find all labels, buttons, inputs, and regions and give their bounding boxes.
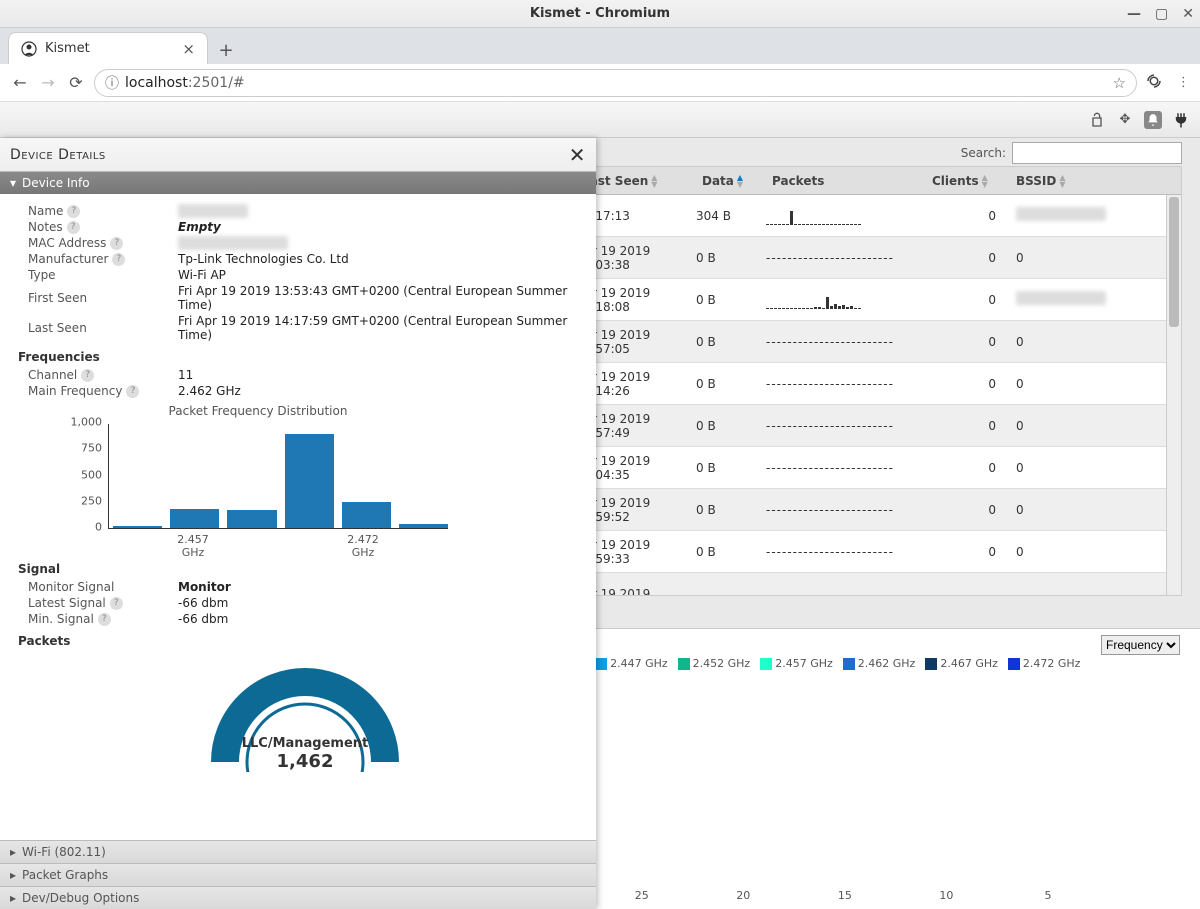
latest-signal-value: -66 dbm <box>178 596 582 610</box>
table-row[interactable]: Apr 19 201914:04:350 B------------------… <box>521 447 1181 489</box>
legend-item: 2.457 GHz <box>760 657 833 670</box>
maximize-icon[interactable]: ▢ <box>1155 6 1168 22</box>
help-icon[interactable]: ? <box>110 237 123 250</box>
table-body[interactable]: 14:17:13304 B0Apr 19 201914:03:380 B----… <box>521 195 1181 595</box>
back-button[interactable]: ← <box>10 73 30 93</box>
accordion-dev-debug[interactable]: ▸ Dev/Debug Options <box>0 886 596 909</box>
first-seen-value: Fri Apr 19 2019 13:53:43 GMT+0200 (Centr… <box>178 284 582 312</box>
packets-heading: Packets <box>18 634 582 648</box>
extension-icon[interactable] <box>1145 72 1163 94</box>
modal-close-button[interactable]: ✕ <box>569 143 586 167</box>
table-row[interactable]: Apr 19 201913:57:050 B------------------… <box>521 321 1181 363</box>
site-info-icon[interactable]: ⓘ <box>105 73 119 93</box>
url-text: localhost:2501/# <box>125 75 245 91</box>
signal-heading: Signal <box>18 562 582 576</box>
browser-toolbar: ← → ⟳ ⓘ localhost:2501/# ☆ ⋮ <box>0 64 1200 102</box>
notifications-icon[interactable] <box>1144 111 1162 129</box>
last-seen-value: Fri Apr 19 2019 14:17:59 GMT+0200 (Centr… <box>178 314 582 342</box>
accordion-wifi[interactable]: ▸ Wi-Fi (802.11) <box>0 840 596 863</box>
device-details-modal: Device Details ✕ ▾ Device Info Name? Not… <box>0 138 596 909</box>
bookmark-star-icon[interactable]: ☆ <box>1113 74 1126 92</box>
lock-open-icon[interactable] <box>1088 111 1106 129</box>
help-icon[interactable]: ? <box>110 597 123 610</box>
forward-button[interactable]: → <box>38 73 58 93</box>
table-header: nel▲▼ Last Seen▲▼ Data▲▼ Packets Clients… <box>521 167 1181 195</box>
table-row[interactable]: Apr 19 201913:59:520 B------------------… <box>521 489 1181 531</box>
name-value-redacted <box>178 204 248 218</box>
col-clients[interactable]: Clients▲▼ <box>926 174 996 188</box>
minimize-icon[interactable]: — <box>1127 6 1141 22</box>
frequency-dropdown[interactable]: Frequency <box>1101 635 1180 655</box>
stacked-bar-chart <box>530 679 1180 887</box>
window-titlebar: Kismet - Chromium — ▢ ✕ <box>0 0 1200 28</box>
legend-item: 2.447 GHz <box>595 657 668 670</box>
table-row[interactable]: 14:17:13304 B0 <box>521 195 1181 237</box>
table-row[interactable]: Apr 19 2019 <box>521 573 1181 595</box>
notes-value: Empty <box>178 220 582 234</box>
legend-item: 2.462 GHz <box>843 657 916 670</box>
legend-item: 2.452 GHz <box>678 657 751 670</box>
type-value: Wi-Fi AP <box>178 268 582 282</box>
modal-title: Device Details <box>10 147 106 163</box>
plug-icon[interactable] <box>1172 111 1190 129</box>
mac-value-redacted <box>178 236 288 250</box>
search-row: Search: <box>961 142 1182 164</box>
help-icon[interactable]: ? <box>126 385 139 398</box>
device-info-body[interactable]: Name? Notes?Empty MAC Address? Manufactu… <box>0 194 596 840</box>
legend-item: 2.472 GHz <box>1008 657 1081 670</box>
manufacturer-value: Tp-Link Technologies Co. Ltd <box>178 252 582 266</box>
table-row[interactable]: Apr 19 201914:14:260 B------------------… <box>521 363 1181 405</box>
close-window-icon[interactable]: ✕ <box>1182 6 1194 22</box>
main-freq-value: 2.462 GHz <box>178 384 582 398</box>
table-row[interactable]: Apr 19 201914:18:080 B0 <box>521 279 1181 321</box>
new-tab-button[interactable]: + <box>212 36 240 64</box>
help-icon[interactable]: ? <box>81 369 94 382</box>
channel-value: 11 <box>178 368 582 382</box>
table-row[interactable]: Apr 19 201913:59:330 B------------------… <box>521 531 1181 573</box>
packet-freq-chart: Packet Frequency Distribution 0250500750… <box>68 404 448 554</box>
legend-item: 2.467 GHz <box>925 657 998 670</box>
table-row[interactable]: Apr 19 201914:03:380 B------------------… <box>521 237 1181 279</box>
frequencies-heading: Frequencies <box>18 350 582 364</box>
crosshair-icon[interactable]: ✥ <box>1116 111 1134 129</box>
min-signal-value: -66 dbm <box>178 612 582 626</box>
accordion-packet-graphs[interactable]: ▸ Packet Graphs <box>0 863 596 886</box>
device-table: nel▲▼ Last Seen▲▼ Data▲▼ Packets Clients… <box>520 166 1182 596</box>
help-icon[interactable]: ? <box>67 221 80 234</box>
frequency-pane: Frequency 42 GHz2.447 GHz2.452 GHz2.457 … <box>520 628 1200 909</box>
browser-tabstrip: Kismet × + <box>0 28 1200 64</box>
tab-title: Kismet <box>45 41 174 56</box>
table-scrollbar[interactable] <box>1166 195 1181 595</box>
help-icon[interactable]: ? <box>98 613 111 626</box>
tab-close-icon[interactable]: × <box>182 40 195 58</box>
window-title: Kismet - Chromium <box>530 6 670 21</box>
browser-menu-icon[interactable]: ⋮ <box>1177 75 1190 90</box>
x-axis-labels: 30252015105 <box>530 889 1180 905</box>
kismet-favicon-icon <box>21 41 37 57</box>
frequency-legend: 42 GHz2.447 GHz2.452 GHz2.457 GHz2.462 G… <box>530 657 1080 670</box>
table-row[interactable]: Apr 19 201913:57:490 B------------------… <box>521 405 1181 447</box>
help-icon[interactable]: ? <box>67 205 80 218</box>
chart-title: Packet Frequency Distribution <box>68 404 448 418</box>
monitor-value: Monitor <box>178 580 582 594</box>
packets-donut: LLC/Management1,462 <box>205 652 405 772</box>
reload-button[interactable]: ⟳ <box>66 73 86 93</box>
search-label: Search: <box>961 146 1006 160</box>
col-data[interactable]: Data▲▼ <box>696 174 766 188</box>
frequency-dropdown-wrap: Frequency <box>1101 635 1180 655</box>
col-bssid[interactable]: BSSID▲▼ <box>996 174 1181 188</box>
col-packets[interactable]: Packets <box>766 174 926 188</box>
browser-tab[interactable]: Kismet × <box>8 32 208 64</box>
accordion-device-info[interactable]: ▾ Device Info <box>0 172 596 194</box>
help-icon[interactable]: ? <box>112 253 125 266</box>
url-bar[interactable]: ⓘ localhost:2501/# ☆ <box>94 69 1137 97</box>
app-header: ✥ <box>0 102 1200 138</box>
search-input[interactable] <box>1012 142 1182 164</box>
modal-header: Device Details ✕ <box>0 138 596 172</box>
